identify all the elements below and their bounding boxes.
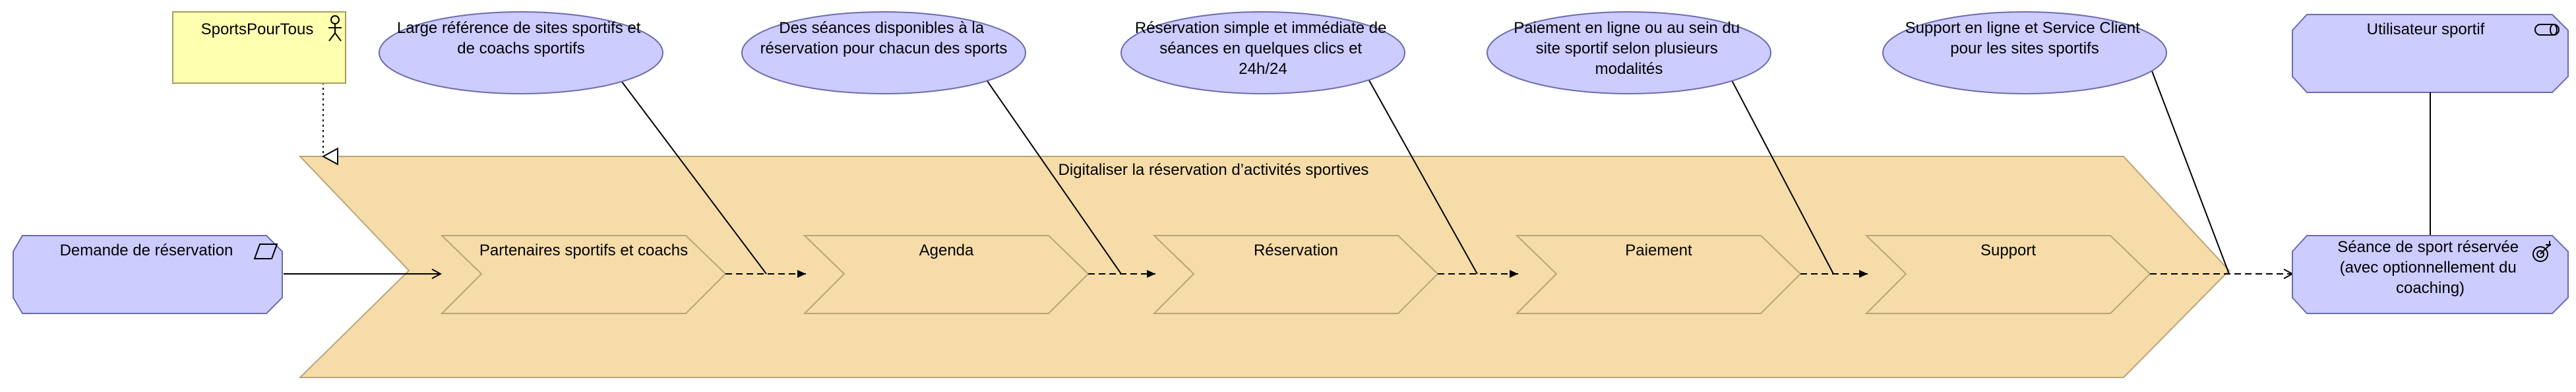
stage-label: Agenda [919, 242, 974, 259]
note-line: Paiement en ligne ou au sein du [1514, 19, 1740, 37]
note-line: site sportif selon plusieurs [1536, 40, 1718, 57]
value-stream-diagram: Digitaliser la réservation d’activités s… [13, 11, 2569, 378]
note-ellipse[interactable]: Large référence de sites sportifs et de … [379, 11, 663, 94]
actor-box[interactable]: SportsPourTous [172, 11, 346, 84]
note-ellipse[interactable]: Des séances disponibles à la réservation… [741, 11, 1026, 94]
stage-agenda[interactable]: Agenda [803, 235, 1089, 314]
note-line: réservation pour chacun des sports [760, 40, 1008, 57]
role-box[interactable]: Utilisateur sportif [2292, 14, 2569, 93]
event-label: Demande de réservation [60, 242, 233, 259]
outcome-line: Séance de sport réservée [2337, 238, 2519, 256]
note-line: 24h/24 [1239, 60, 1287, 78]
stage-label: Paiement [1625, 242, 1692, 259]
note-line: modalités [1595, 60, 1663, 78]
stage-reservation[interactable]: Réservation [1152, 235, 1439, 314]
note-line: de coachs sportifs [457, 40, 584, 57]
note-line: pour les sites sportifs [1950, 40, 2099, 57]
note-ellipse[interactable]: Paiement en ligne ou au sein du site spo… [1487, 11, 1771, 94]
stage-label: Réservation [1254, 242, 1338, 259]
value-stream-title: Digitaliser la réservation d’activités s… [1058, 161, 1369, 179]
note-line: Des séances disponibles à la [779, 19, 985, 37]
stage-label: Partenaires sportifs et coachs [479, 242, 688, 259]
role-label: Utilisateur sportif [2367, 20, 2485, 38]
note-ellipse[interactable]: Réservation simple et immédiate de séanc… [1120, 11, 1405, 94]
stage-paiement[interactable]: Paiement [1515, 235, 1802, 314]
stage-partenaires[interactable]: Partenaires sportifs et coachs [440, 235, 727, 314]
note-line: Réservation simple et immédiate de [1135, 19, 1387, 37]
outcome-line: (avec optionnellement du [2340, 259, 2517, 277]
stage-support[interactable]: Support [1864, 235, 2151, 314]
note-line: séances en quelques clics et [1159, 40, 1362, 57]
outcome-box[interactable]: Séance de sport réservée (avec optionnel… [2292, 235, 2569, 314]
stage-label: Support [1980, 242, 2036, 259]
note-ellipse[interactable]: Support en ligne et Service Client pour … [1882, 11, 2167, 94]
note-line: Large référence de sites sportifs et [397, 19, 641, 37]
note-line: Support en ligne et Service Client [1905, 19, 2141, 37]
event-box[interactable]: Demande de réservation [13, 235, 283, 314]
actor-label: SportsPourTous [201, 20, 314, 38]
outcome-line: coaching) [2396, 279, 2465, 297]
